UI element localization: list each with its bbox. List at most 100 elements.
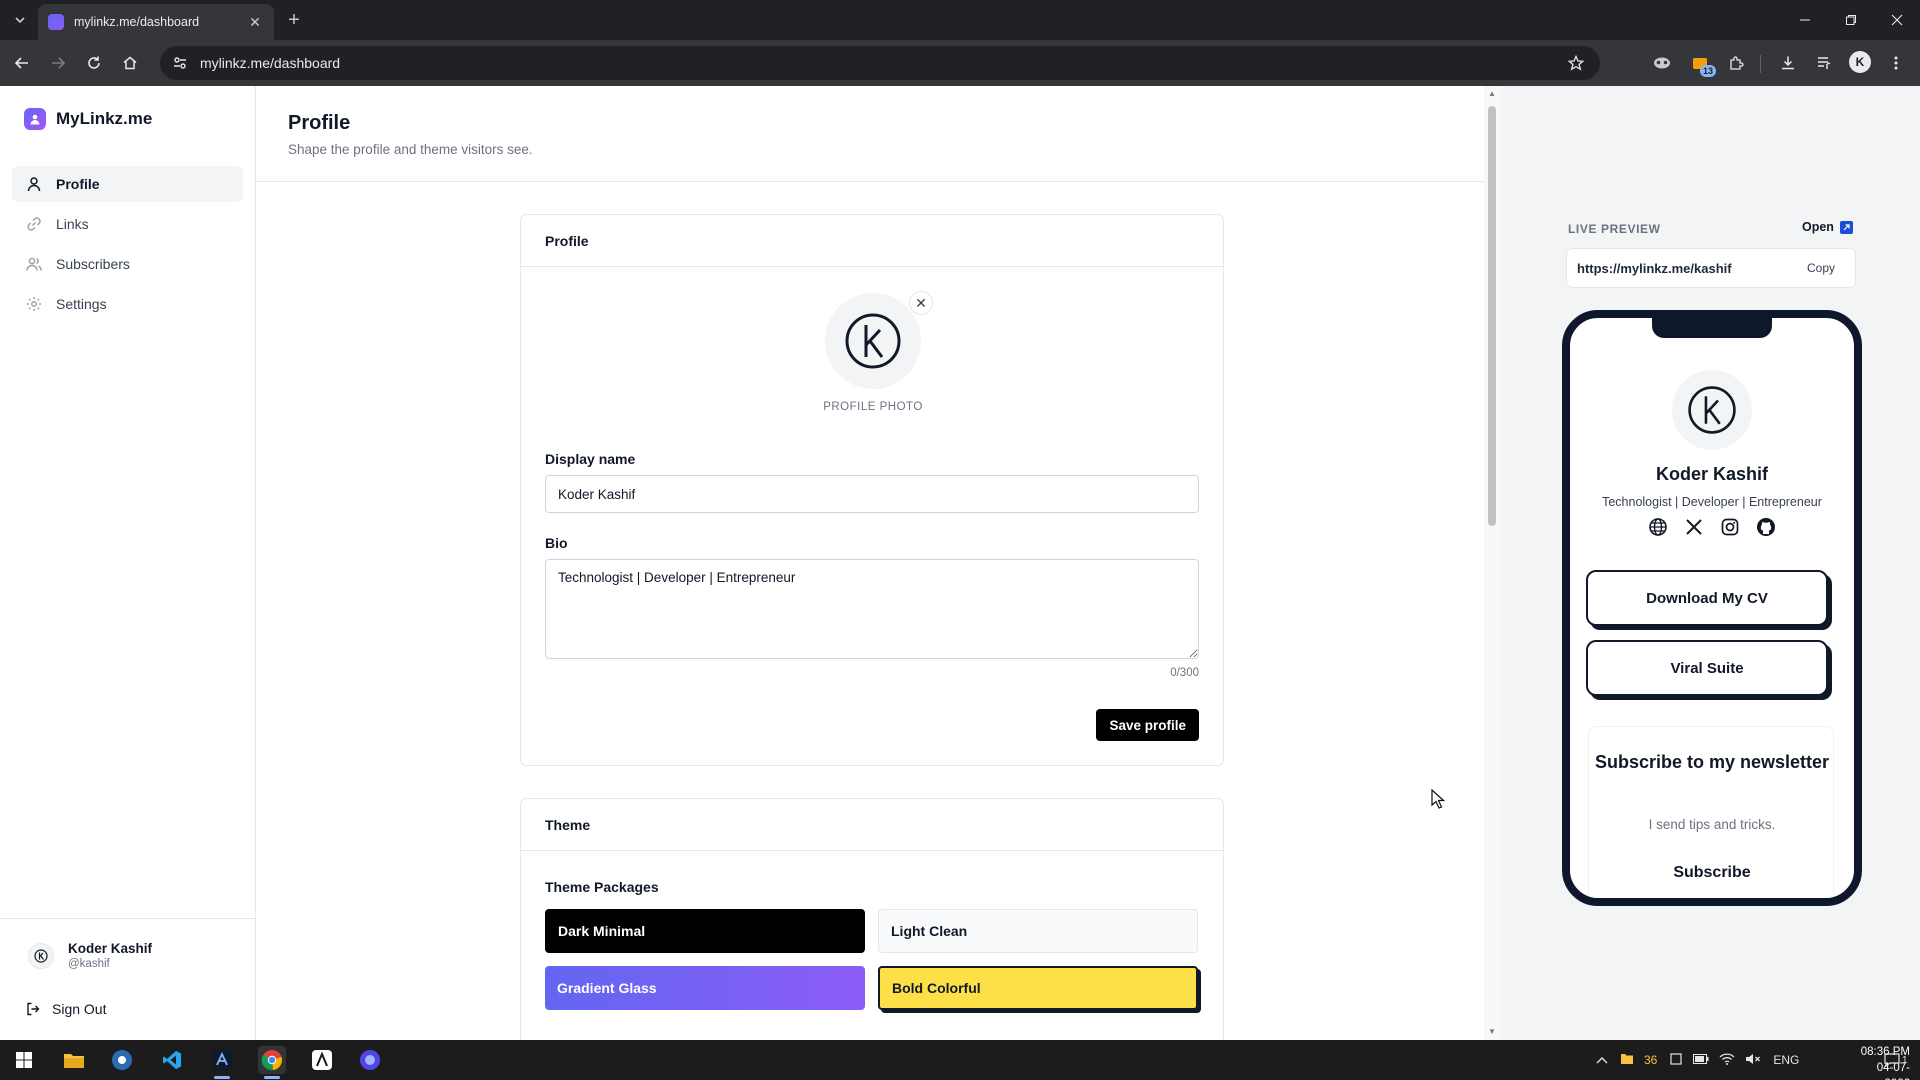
file-explorer-icon[interactable]	[60, 1046, 88, 1074]
temperature-text[interactable]: 36	[1644, 1053, 1657, 1067]
windows-start-icon[interactable]	[10, 1046, 38, 1074]
forward-arrow-icon[interactable]	[46, 51, 70, 75]
messaging-app-icon[interactable]	[356, 1046, 384, 1074]
volume-muted-icon[interactable]	[1745, 1053, 1761, 1068]
sidebar-item-settings[interactable]: Settings	[12, 286, 243, 322]
newsletter-subtitle: I send tips and tricks.	[1648, 817, 1776, 832]
preview-name: Koder Kashif	[1655, 464, 1769, 484]
sidebar-item-links[interactable]: Links	[12, 206, 243, 242]
preview-social-links	[1570, 516, 1854, 538]
vscode-icon[interactable]	[158, 1046, 186, 1074]
newsletter-title: Subscribe to my newsletter	[1594, 752, 1830, 772]
avatar	[28, 942, 54, 969]
extensions-puzzle-icon[interactable]	[1724, 51, 1748, 75]
tab-search-icon[interactable]	[8, 8, 32, 32]
reload-icon[interactable]	[82, 51, 106, 75]
globe-icon[interactable]	[1647, 516, 1669, 538]
brand-logo-icon	[24, 108, 46, 130]
terminal-app-icon[interactable]	[208, 1046, 236, 1074]
scroll-down-icon[interactable]: ▼	[1488, 1028, 1496, 1036]
media-control-icon[interactable]	[1812, 51, 1836, 75]
mouse-cursor-icon	[1431, 789, 1445, 809]
users-icon	[26, 257, 42, 271]
restore-icon[interactable]	[1828, 0, 1874, 40]
copy-url-button[interactable]: Copy	[1807, 261, 1835, 275]
tab-close-icon[interactable]: ✕	[246, 13, 264, 31]
app-root: MyLinkz.me Profile Links Subscribers Set…	[0, 86, 1920, 1040]
minimize-icon[interactable]	[1782, 0, 1828, 40]
page-title: Profile	[288, 112, 351, 134]
site-info-icon[interactable]	[172, 55, 188, 71]
notification-center[interactable]: 1	[1884, 1040, 1908, 1080]
logout-icon	[27, 1002, 40, 1016]
browser-tab-bar: mylinkz.me/dashboard ✕ +	[0, 0, 1920, 40]
tab-title: mylinkz.me/dashboard	[74, 15, 200, 29]
wifi-icon[interactable]	[1719, 1052, 1735, 1068]
live-preview-panel: LIVE PREVIEW Open https://mylinkz.me/kas…	[1500, 86, 1920, 1040]
preview-avatar	[1672, 370, 1752, 450]
instagram-icon[interactable]	[1719, 516, 1741, 538]
folder-tray-icon[interactable]	[1620, 1053, 1634, 1068]
chrome-icon[interactable]	[258, 1046, 286, 1074]
window-close-icon[interactable]	[1874, 0, 1920, 40]
battery-icon[interactable]	[1693, 1053, 1709, 1067]
theme-option-dark-minimal[interactable]: Dark Minimal	[545, 909, 865, 953]
save-profile-button[interactable]: Save profile	[1096, 709, 1199, 741]
profile-photo[interactable]	[825, 293, 921, 389]
public-url-box: https://mylinkz.me/kashif Copy	[1566, 248, 1856, 288]
newsletter-subscribe-button[interactable]: Subscribe	[1609, 853, 1815, 893]
browser-tab[interactable]: mylinkz.me/dashboard ✕	[38, 4, 274, 40]
x-icon[interactable]	[1683, 516, 1705, 538]
extension-badge-count: 13	[1699, 65, 1716, 77]
new-tab-button[interactable]: +	[282, 8, 306, 32]
browser-profile-avatar[interactable]: K	[1849, 51, 1871, 73]
preview-newsletter: Subscribe to my newsletter I send tips a…	[1588, 726, 1834, 898]
tray-chevron-icon[interactable]	[1596, 1053, 1608, 1067]
address-bar[interactable]: mylinkz.me/dashboard	[160, 46, 1600, 80]
address-url: mylinkz.me/dashboard	[200, 55, 341, 71]
bio-label: Bio	[545, 535, 568, 551]
theme-option-gradient-glass[interactable]: Gradient Glass	[545, 966, 865, 1010]
back-arrow-icon[interactable]	[10, 51, 34, 75]
scroll-up-icon[interactable]: ▲	[1488, 90, 1496, 98]
battery-saver-icon[interactable]	[1669, 1052, 1683, 1069]
bookmark-star-icon[interactable]	[1564, 51, 1588, 75]
page-subtitle: Shape the profile and theme visitors see…	[288, 142, 533, 157]
sidebar-item-label: Profile	[56, 176, 100, 192]
notification-count: 1	[1902, 1054, 1908, 1066]
language-indicator[interactable]: ENG	[1773, 1053, 1799, 1067]
profile-logo-icon	[1688, 386, 1736, 434]
download-icon[interactable]	[1776, 51, 1800, 75]
sidebar-item-profile[interactable]: Profile	[12, 166, 243, 202]
github-icon[interactable]	[1755, 516, 1777, 538]
external-link-icon	[1839, 220, 1853, 234]
preview-link-button[interactable]: Viral Suite	[1586, 640, 1828, 696]
taskbar-active-indicator	[264, 1076, 280, 1079]
bio-textarea[interactable]: Technologist | Developer | Entrepreneur	[545, 559, 1199, 659]
user-card[interactable]: Koder Kashif @kashif	[28, 941, 152, 970]
theme-option-light-clean[interactable]: Light Clean	[878, 909, 1198, 953]
display-name-input[interactable]	[545, 475, 1199, 513]
sidebar-item-subscribers[interactable]: Subscribers	[12, 246, 243, 282]
taskbar-active-indicator	[214, 1076, 230, 1079]
scroll-thumb[interactable]	[1488, 106, 1496, 526]
browser-menu-icon[interactable]	[1884, 51, 1908, 75]
preview-bio: Technologist | Developer | Entrepreneur	[1602, 495, 1822, 509]
open-preview-link[interactable]: Open	[1802, 220, 1853, 234]
sign-out-button[interactable]: Sign Out	[26, 1001, 106, 1017]
user-handle: @kashif	[68, 958, 110, 970]
remove-photo-button[interactable]: ✕	[909, 291, 933, 315]
browser-toolbar: mylinkz.me/dashboard 13 K	[0, 40, 1920, 86]
main-scrollbar[interactable]: ▲ ▼	[1484, 86, 1500, 1040]
system-tray: 36 ENG	[1596, 1040, 1799, 1080]
brand[interactable]: MyLinkz.me	[24, 108, 152, 130]
extension-mask-icon[interactable]	[1650, 51, 1674, 75]
preview-link-button[interactable]: Download My CV	[1586, 570, 1828, 626]
extension-badge-icon[interactable]: 13	[1688, 51, 1716, 77]
android-studio-icon[interactable]	[308, 1046, 336, 1074]
app-launcher-icon[interactable]	[108, 1046, 136, 1074]
phone-notch	[1652, 318, 1772, 338]
home-icon[interactable]	[118, 51, 142, 75]
bio-char-counter: 0/300	[1170, 667, 1199, 679]
theme-option-bold-colorful[interactable]: Bold Colorful	[878, 966, 1198, 1010]
